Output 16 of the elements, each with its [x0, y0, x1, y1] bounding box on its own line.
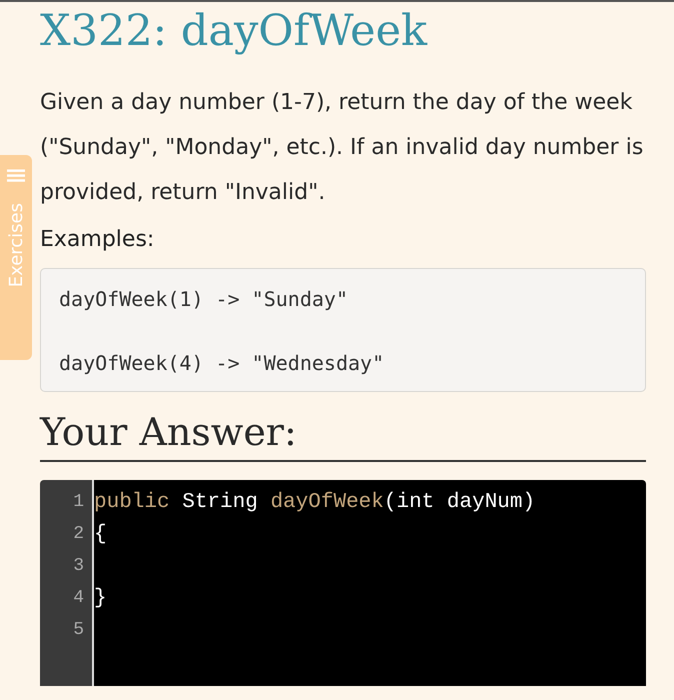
line-number: 4: [72, 588, 85, 608]
line-number: 2: [72, 524, 85, 544]
example-text: dayOfWeek(4) -> "Wednesday": [59, 350, 386, 377]
line-number: 5: [72, 620, 85, 640]
description-text: Given a day number (1-7), return the day of the week ("Sunday", "Monday", etc.). If an invalid day number is provided, return "Invalid".: [40, 89, 644, 207]
menu-icon: [7, 169, 25, 183]
code-editor[interactable]: 1 public String dayOfWeek(int dayNum) 2 { 3 4 } 5: [40, 480, 646, 686]
exercise-title: X322: dayOfWeek: [40, 6, 428, 56]
line-number: 3: [72, 556, 85, 576]
code-line: {: [94, 522, 107, 546]
example-text: dayOfWeek(1) -> "Sunday": [59, 286, 349, 313]
examples-label: Examples:: [40, 227, 156, 252]
code-line: }: [94, 586, 107, 610]
code-line: public String dayOfWeek(int dayNum): [94, 490, 536, 514]
answer-heading: Your Answer:: [40, 410, 646, 462]
line-number: 1: [72, 492, 85, 512]
